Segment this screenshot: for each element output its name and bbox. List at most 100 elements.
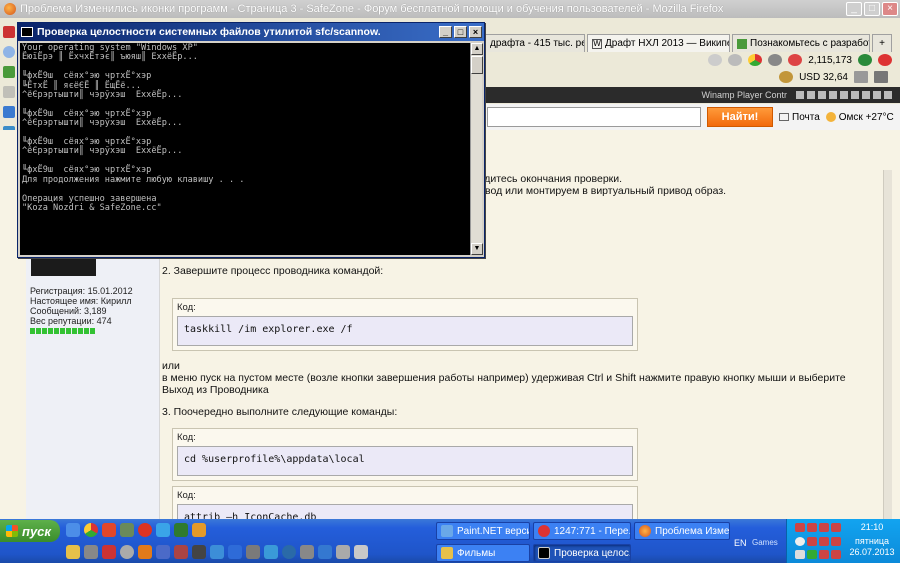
cmd-close-button[interactable]: ×: [469, 26, 482, 38]
ql-app5-icon[interactable]: [156, 545, 170, 559]
taskbar-paintnet[interactable]: Paint.NET версия...: [436, 522, 530, 540]
cmd-titlebar[interactable]: Проверка целостности системных файлов ут…: [18, 23, 484, 41]
ql-app-icon[interactable]: [66, 523, 80, 537]
grid-icon[interactable]: [854, 71, 868, 83]
cmd-scrollbar[interactable]: ▲ ▼: [470, 43, 483, 255]
cmd-window: Проверка целостности системных файлов ут…: [17, 22, 485, 258]
winamp-button-icon[interactable]: [796, 91, 804, 99]
ql-app12-icon[interactable]: [318, 545, 332, 559]
winamp-stop-icon[interactable]: [840, 91, 848, 99]
cmd-line: "Koza Nozdri & SafeZone.cc": [22, 202, 162, 213]
ql-media-icon[interactable]: [102, 523, 116, 537]
minimize-button[interactable]: _: [846, 2, 862, 16]
ql-tools-icon[interactable]: [120, 523, 134, 537]
tray-app4-icon[interactable]: [819, 550, 829, 559]
ql-media2-icon[interactable]: [102, 545, 116, 559]
cmd-output[interactable]: Your operating system "Windows XP" ЁюїЁрэ…: [20, 43, 470, 255]
tab-developers[interactable]: Познакомьтесь с разработчик... ×: [732, 34, 870, 52]
winamp-next-icon[interactable]: [851, 91, 859, 99]
ql-app11-icon[interactable]: [300, 545, 314, 559]
tray-app3-icon[interactable]: [831, 537, 841, 546]
hearts-icon[interactable]: [788, 54, 803, 66]
back-icon[interactable]: [3, 46, 15, 58]
tray-network2-icon[interactable]: [807, 523, 817, 532]
ql-app2-icon[interactable]: [156, 523, 170, 537]
taskbar-firefox[interactable]: Проблема Измен...: [634, 522, 730, 540]
tray-security-icon[interactable]: [807, 550, 817, 559]
winamp-eject-icon[interactable]: [862, 91, 870, 99]
forward-icon[interactable]: [3, 66, 15, 78]
ql-app13-icon[interactable]: [336, 545, 350, 559]
code-text-2[interactable]: cd %userprofile%\appdata\local: [177, 446, 633, 476]
code-text-3[interactable]: attrib –h IconCache.db: [177, 504, 633, 519]
thumbtack-icon[interactable]: [878, 54, 892, 66]
taskbar-cmd[interactable]: Проверка целос...: [533, 544, 631, 562]
reputation-bar: [30, 328, 133, 334]
tray-app-icon[interactable]: [807, 537, 817, 546]
system-tray: 21:10 пятница 26.07.2013: [786, 519, 900, 563]
s-logo-icon[interactable]: [3, 26, 15, 38]
firefox-titlebar[interactable]: Проблема Изменились иконки программ - Ст…: [0, 0, 900, 18]
tray-network-icon[interactable]: [795, 523, 805, 532]
wikipedia-icon: W: [592, 38, 602, 49]
language-indicator[interactable]: EN: [734, 538, 747, 548]
ql-app8-icon[interactable]: [210, 545, 224, 559]
cmd-minimize-button[interactable]: _: [439, 26, 452, 38]
star-icon[interactable]: [708, 54, 723, 66]
winamp-play-icon[interactable]: [818, 91, 826, 99]
mail-link[interactable]: Почта: [779, 112, 820, 123]
sack-icon[interactable]: [779, 71, 794, 83]
ql-app6-icon[interactable]: [174, 545, 188, 559]
weather-link[interactable]: Омск +27°C: [825, 112, 894, 123]
tray-arrow-icon[interactable]: [795, 537, 805, 546]
tray-app2-icon[interactable]: [819, 537, 829, 546]
ql-app4-icon[interactable]: [192, 523, 206, 537]
search-button[interactable]: Найти!: [707, 107, 773, 127]
tray-network3-icon[interactable]: [819, 523, 829, 532]
ql-chrome-icon[interactable]: [84, 523, 98, 537]
winamp-pause-icon[interactable]: [829, 91, 837, 99]
ql-app7-icon[interactable]: [192, 545, 206, 559]
code-text-1[interactable]: taskkill /im explorer.exe /f: [177, 316, 633, 346]
close-button[interactable]: ×: [882, 2, 898, 16]
search-input[interactable]: [487, 107, 701, 127]
ql-app3-icon[interactable]: [174, 523, 188, 537]
winamp-shuffle-icon[interactable]: [873, 91, 881, 99]
cmd-maximize-button[interactable]: □: [454, 26, 467, 38]
tab-wikipedia[interactable]: W Драфт НХЛ 2013 — Википедия ×: [587, 34, 730, 52]
clock[interactable]: 21:10 пятница 26.07.2013: [848, 522, 896, 558]
games-label[interactable]: Games: [752, 538, 778, 547]
winamp-prev-icon[interactable]: [807, 91, 815, 99]
chrome-icon[interactable]: [748, 54, 763, 66]
page-scrollbar[interactable]: [883, 170, 892, 519]
new-tab-button[interactable]: +: [872, 34, 892, 52]
ql-camera-icon[interactable]: [84, 545, 98, 559]
ql-app10-icon[interactable]: [264, 545, 278, 559]
tray-sound-icon[interactable]: [795, 550, 805, 559]
taskbar-films[interactable]: Фильмы: [436, 544, 530, 562]
scroll-thumb[interactable]: [471, 56, 483, 74]
scroll-up-icon[interactable]: ▲: [471, 43, 483, 55]
scroll-down-icon[interactable]: ▼: [471, 243, 483, 255]
ql-folder-icon[interactable]: [66, 545, 80, 559]
winamp-repeat-icon[interactable]: [884, 91, 892, 99]
tray-network4-icon[interactable]: [831, 523, 841, 532]
gear-icon[interactable]: [768, 54, 783, 66]
notebook-icon[interactable]: [874, 71, 888, 83]
ql-app14-icon[interactable]: [354, 545, 368, 559]
glasses-icon[interactable]: [728, 54, 743, 66]
home-icon[interactable]: [3, 106, 15, 118]
ql-aimp-icon[interactable]: [138, 545, 152, 559]
reload-icon[interactable]: [3, 86, 15, 98]
ql-app9-icon[interactable]: [246, 545, 260, 559]
tray-app5-icon[interactable]: [831, 550, 841, 559]
start-button[interactable]: пуск: [0, 520, 60, 542]
ql-disc-icon[interactable]: [120, 545, 134, 559]
maximize-button[interactable]: □: [864, 2, 880, 16]
ql-bluetooth-icon[interactable]: [228, 545, 242, 559]
ql-wordpress-icon[interactable]: [282, 545, 296, 559]
kaspersky-icon[interactable]: [858, 54, 872, 66]
ql-opera-icon[interactable]: [138, 523, 152, 537]
taskbar-opera[interactable]: 1247:771 - Пере...: [533, 522, 631, 540]
tab-search[interactable]: драфта - 415 тыс. рез... ×: [485, 34, 585, 52]
